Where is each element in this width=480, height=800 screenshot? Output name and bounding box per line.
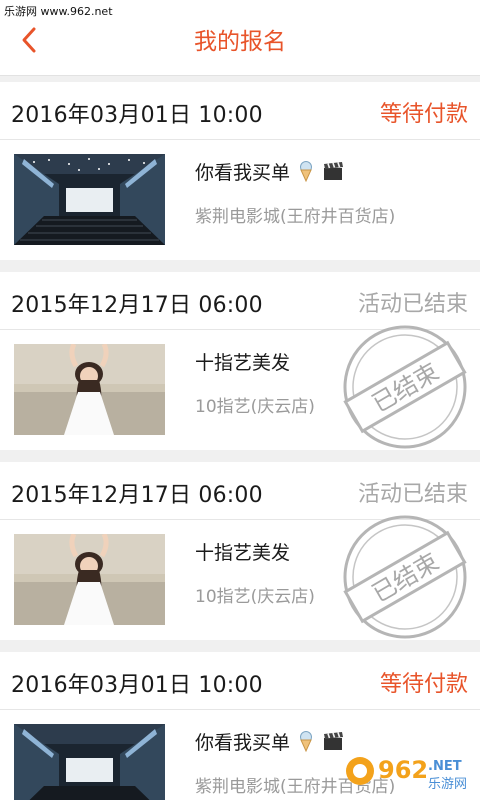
hairstyle-thumbnail: [14, 534, 165, 625]
venue-name: 紫荆电影城(王府井百货店): [195, 207, 396, 227]
order-card[interactable]: 2015年12月17日 06:00 活动已结束 十指艺美发 10指艺(庆云店): [0, 462, 480, 640]
order-date: 2015年12月17日 06:00: [11, 483, 263, 508]
logo-suffix: .NET: [428, 759, 462, 774]
stamp-text: 已结束: [367, 548, 443, 608]
ended-stamp: 已结束: [330, 502, 480, 640]
venue-name: 10指艺(庆云店): [195, 397, 315, 417]
ice-cream-icon: [299, 160, 313, 187]
order-card-header: 2015年12月17日 06:00 活动已结束: [0, 272, 480, 330]
site-watermark-top: 乐游网 www.962.net: [0, 0, 480, 20]
ended-stamp: 已结束: [330, 312, 480, 450]
order-status[interactable]: 等待付款: [380, 666, 468, 698]
order-status: 活动已结束: [357, 292, 468, 317]
activity-title[interactable]: 你看我买单: [195, 158, 344, 187]
order-card[interactable]: 2015年12月17日 06:00 活动已结束 十指艺美发 10指艺(庆云店): [0, 272, 480, 450]
activity-title[interactable]: 十指艺美发: [195, 538, 290, 565]
order-date: 2016年03月01日 10:00: [11, 103, 263, 128]
activity-title[interactable]: 你看我买单: [195, 728, 344, 757]
activity-title-text: 你看我买单: [195, 732, 291, 754]
order-card-header: 2016年03月01日 10:00 等待付款: [0, 652, 480, 710]
order-card[interactable]: 2016年03月01日 10:00 等待付款 你看我买单 紫荆电影城(王府井百货…: [0, 82, 480, 260]
activity-title-text: 你看我买单: [195, 162, 291, 184]
activity-title[interactable]: 十指艺美发: [195, 348, 290, 375]
cinema-thumbnail: [14, 724, 165, 800]
order-card-header: 2015年12月17日 06:00 活动已结束: [0, 462, 480, 520]
order-date: 2016年03月01日 10:00: [11, 673, 263, 698]
site-logo-watermark: 962 .NET 乐游网: [344, 746, 474, 796]
page-title: 我的报名: [194, 29, 286, 55]
hairstyle-thumbnail: [14, 344, 165, 435]
stamp-text: 已结束: [367, 358, 443, 418]
ice-cream-icon: [299, 730, 313, 757]
venue-name: 10指艺(庆云店): [195, 587, 315, 607]
order-card-header: 2016年03月01日 10:00 等待付款: [0, 82, 480, 140]
logo-number: 962: [378, 756, 428, 784]
order-date: 2015年12月17日 06:00: [11, 293, 263, 318]
cinema-thumbnail: [14, 154, 165, 245]
clapperboard-icon: [322, 160, 344, 187]
logo-cn: 乐游网: [428, 777, 467, 792]
order-status: 活动已结束: [357, 482, 468, 507]
order-status[interactable]: 等待付款: [380, 96, 468, 128]
clapperboard-icon: [322, 730, 344, 757]
